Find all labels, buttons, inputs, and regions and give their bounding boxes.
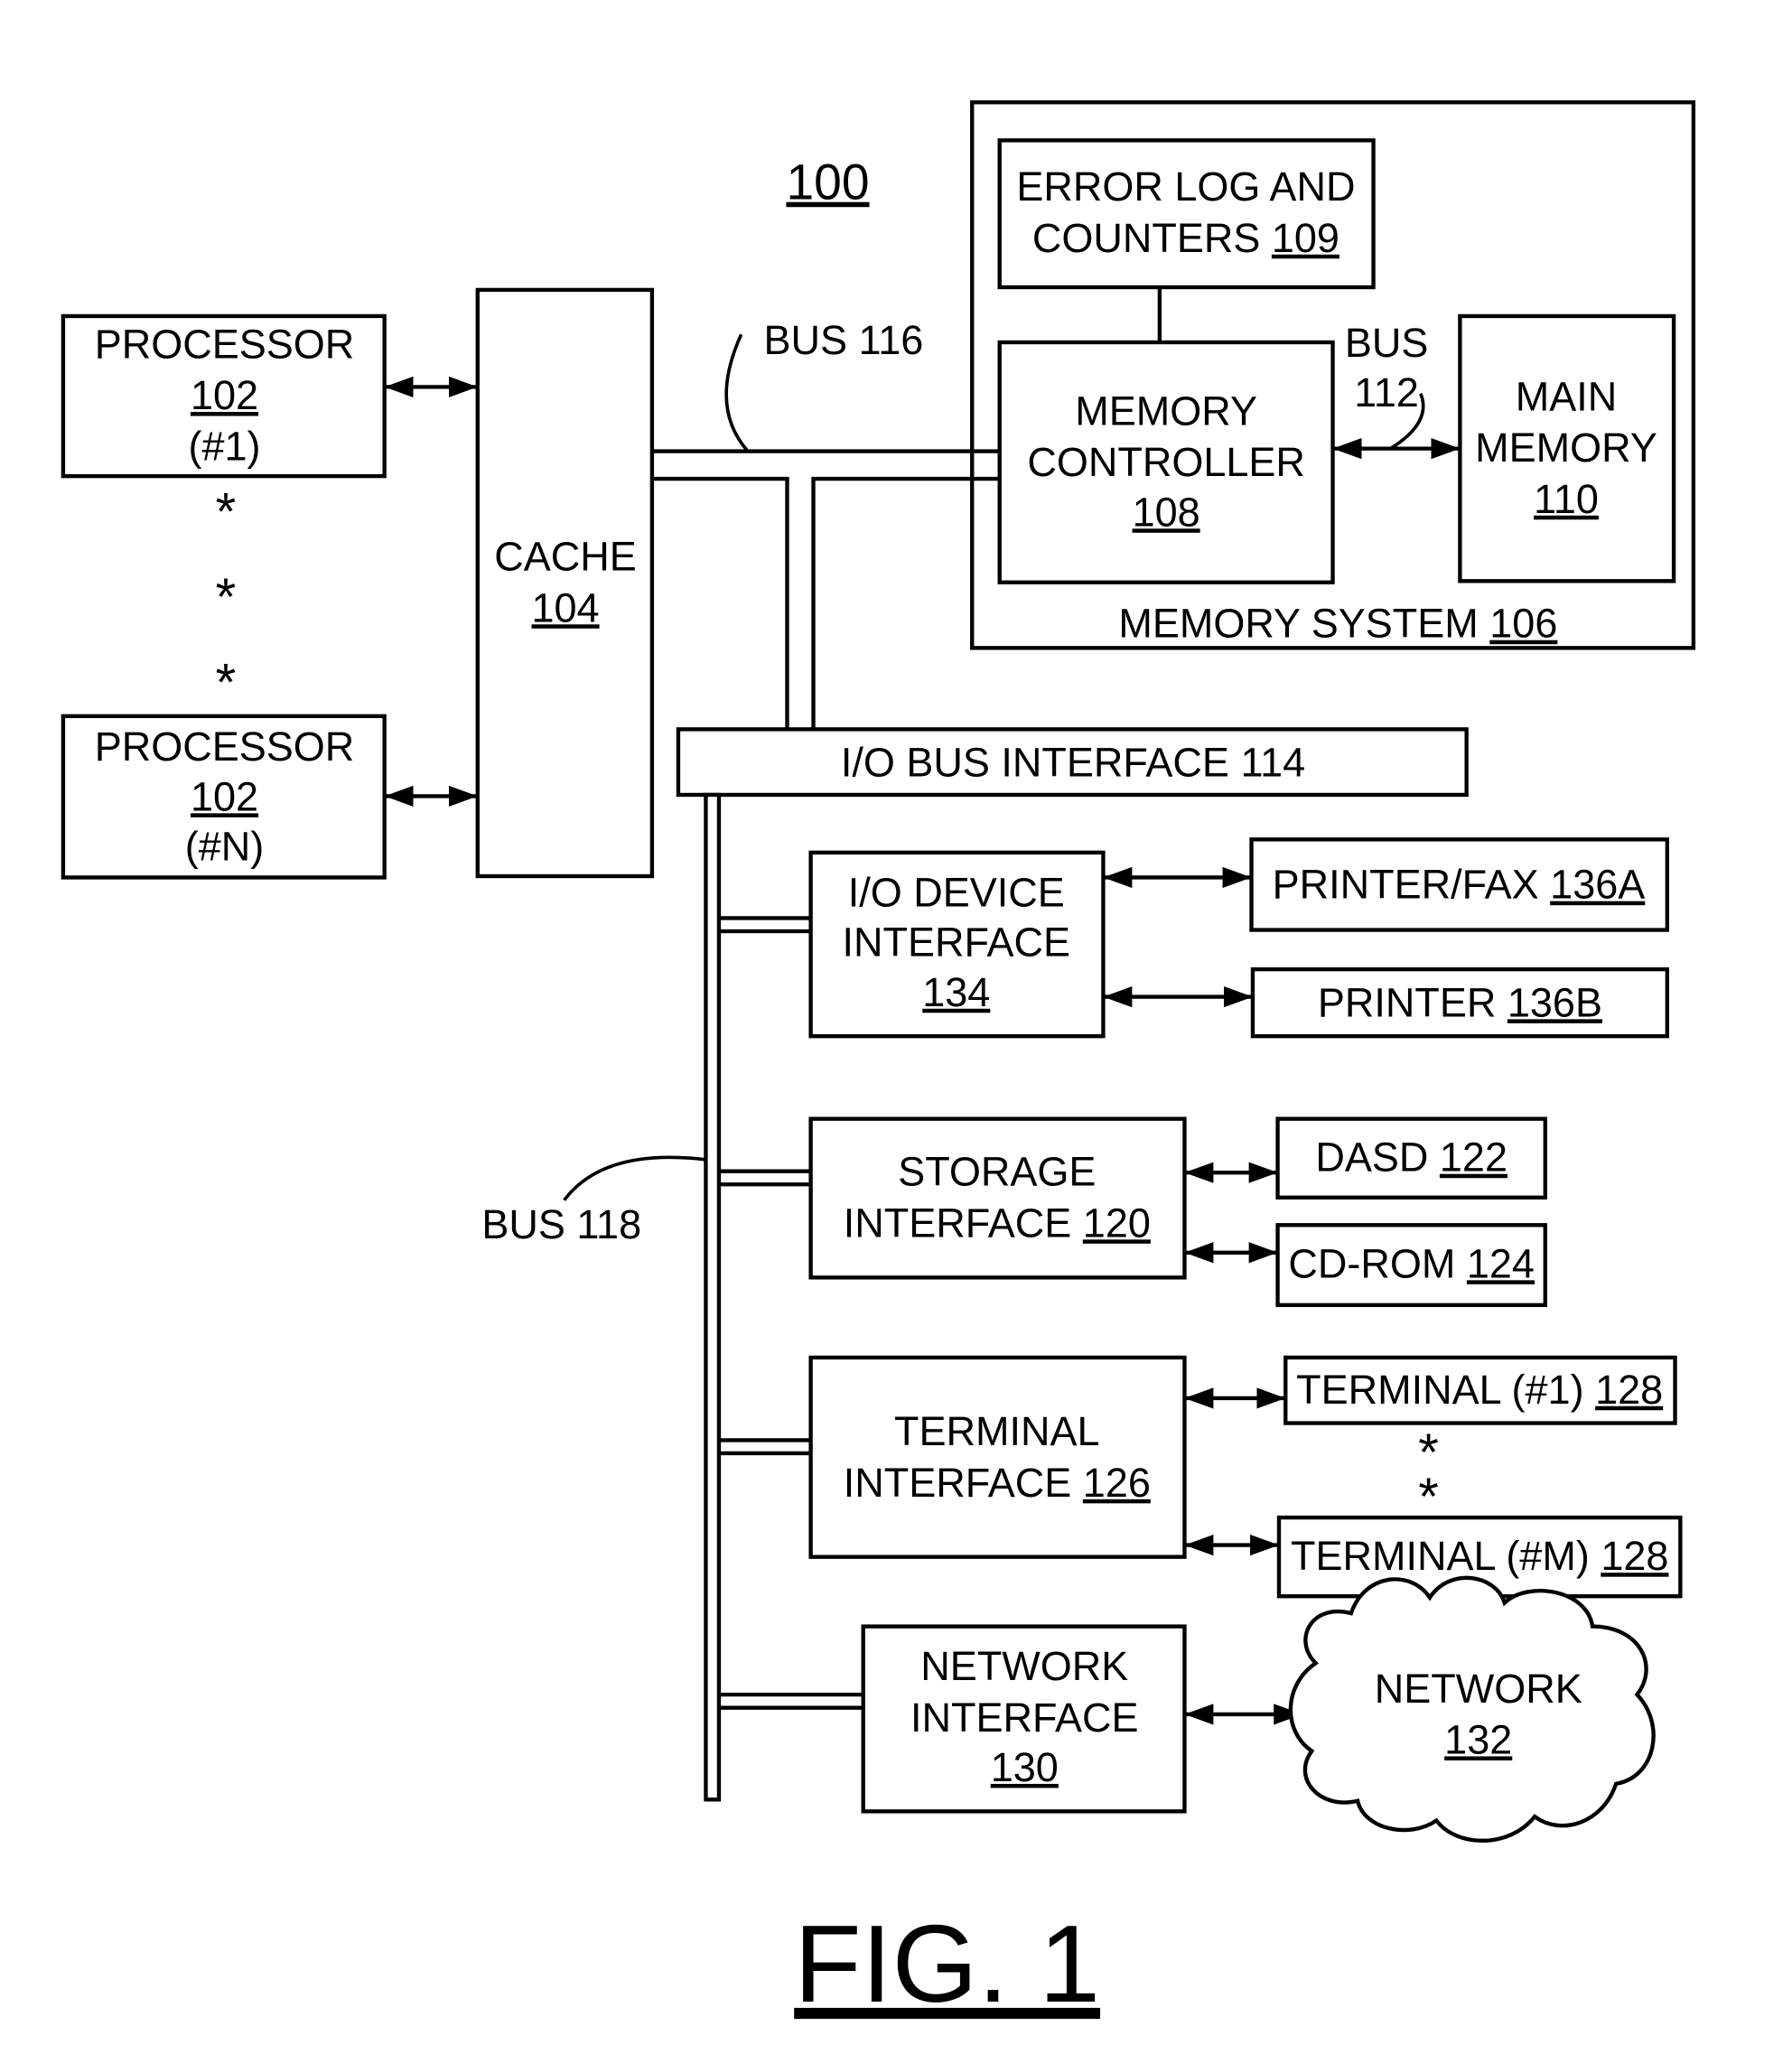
processor-n-block: PROCESSOR 102 (#N) [61, 714, 387, 880]
bus-116-leader [724, 333, 750, 453]
network-interface-line2: INTERFACE [910, 1695, 1139, 1741]
ellipsis-mark: * [216, 653, 237, 712]
bus-112-label-line2: 112 [1354, 369, 1419, 415]
processor-1-suffix: (#1) [189, 424, 261, 470]
storage-interface-line2: INTERFACE 120 [844, 1200, 1151, 1246]
main-memory-line2: MEMORY [1475, 425, 1657, 471]
ellipsis-mark: * [216, 568, 237, 627]
terminal-1-block: TERMINAL (#1) 128 [1283, 1355, 1677, 1425]
network-interface-block: NETWORK INTERFACE 130 [861, 1624, 1187, 1814]
processor-n-suffix: (#N) [185, 824, 265, 870]
printer-fax-block: PRINTER/FAX 136A [1249, 837, 1670, 932]
storage-interface-block: STORAGE INTERFACE 120 [808, 1116, 1187, 1280]
memory-controller-line1: MEMORY [1075, 387, 1257, 434]
system-number-label: 100 [786, 154, 869, 210]
main-memory-line1: MAIN [1516, 374, 1618, 420]
printer-block: PRINTER 136B [1250, 966, 1670, 1039]
io-device-interface-line1: I/O DEVICE [848, 869, 1065, 915]
io-device-interface-block: I/O DEVICE INTERFACE 134 [808, 850, 1106, 1039]
system-block-diagram: 100 PROCESSOR 102 (#1) PROCESSOR 102 (#N… [61, 100, 1696, 2025]
bus-116 [651, 449, 1000, 730]
main-memory-ref: 110 [1534, 476, 1599, 522]
memory-controller-ref: 108 [1133, 489, 1200, 535]
bus-118-label: BUS 118 [481, 1201, 641, 1247]
terminal-interface-block: TERMINAL INTERFACE 126 [808, 1355, 1187, 1559]
memory-controller-line2: CONTROLLER [1027, 439, 1305, 485]
io-bus-interface-label: I/O BUS INTERFACE 114 [841, 740, 1305, 786]
terminal-1-label: TERMINAL (#1) 128 [1296, 1367, 1663, 1413]
error-log-label-line2: COUNTERS 109 [1032, 215, 1339, 261]
cache-block: CACHE 104 [475, 287, 655, 879]
network-label: NETWORK [1375, 1666, 1582, 1712]
network-ref: 132 [1444, 1716, 1512, 1762]
processor-1-label: PROCESSOR [95, 321, 355, 367]
io-device-interface-line2: INTERFACE [843, 920, 1071, 966]
error-log-counters-block: ERROR LOG AND COUNTERS 109 [997, 138, 1376, 290]
bus-118-leader [563, 1155, 705, 1201]
printer-label: PRINTER 136B [1318, 979, 1602, 1025]
main-memory-block: MAIN MEMORY 110 [1458, 313, 1676, 584]
memory-controller-block: MEMORY CONTROLLER 108 [997, 340, 1335, 584]
cache-label: CACHE [494, 534, 637, 580]
cache-ref: 104 [532, 584, 600, 630]
storage-interface-line1: STORAGE [898, 1149, 1096, 1195]
bus-112-label-line1: BUS [1345, 320, 1429, 366]
error-log-label-line1: ERROR LOG AND [1016, 163, 1355, 210]
network-interface-line1: NETWORK [920, 1643, 1128, 1689]
figure-caption: FIG. 1 [794, 1902, 1100, 2025]
terminal-interface-line1: TERMINAL [894, 1408, 1100, 1454]
cdrom-block: CD-ROM 124 [1275, 1223, 1547, 1308]
terminal-interface-line2: INTERFACE 126 [844, 1460, 1151, 1506]
io-device-interface-ref: 134 [922, 969, 990, 1015]
processor-n-ref: 102 [191, 773, 258, 819]
io-bus-interface-block: I/O BUS INTERFACE 114 [676, 727, 1469, 798]
printer-fax-label: PRINTER/FAX 136A [1273, 862, 1646, 908]
cdrom-label: CD-ROM 124 [1288, 1240, 1535, 1286]
bus-116-label: BUS 116 [764, 317, 924, 363]
dasd-label: DASD 122 [1315, 1134, 1507, 1181]
dasd-block: DASD 122 [1275, 1116, 1547, 1200]
processor-1-block: PROCESSOR 102 (#1) [61, 313, 387, 479]
processor-1-ref: 102 [191, 372, 258, 418]
network-cloud: NETWORK 132 [1288, 1575, 1656, 1844]
terminal-m-label: TERMINAL (#M) 128 [1291, 1533, 1668, 1579]
memory-system-label: MEMORY SYSTEM 106 [1118, 601, 1557, 647]
network-interface-ref: 130 [991, 1744, 1059, 1790]
ellipsis-mark: * [216, 483, 237, 542]
processor-n-label: PROCESSOR [95, 724, 355, 770]
